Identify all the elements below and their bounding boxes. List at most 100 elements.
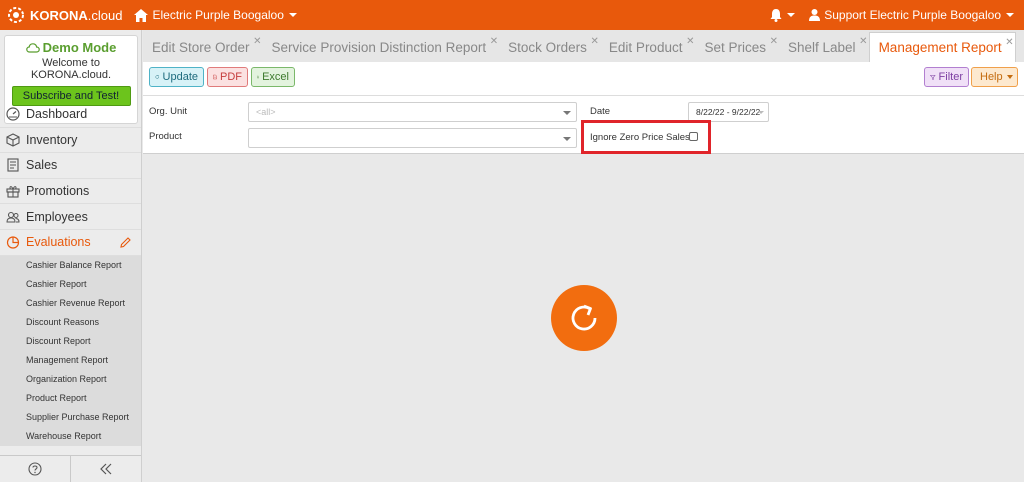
sidebar-footer: [0, 455, 141, 482]
sidebar-item-sales[interactable]: Sales: [0, 153, 141, 179]
tab-label: Service Provision Distinction Report: [271, 39, 487, 55]
sidebar-subitem[interactable]: Cashier Revenue Report: [0, 294, 141, 313]
excel-label: Excel: [262, 71, 289, 83]
filter-button[interactable]: Filter: [924, 67, 969, 87]
sidebar-item-evaluations[interactable]: Evaluations: [0, 230, 141, 256]
store-selector[interactable]: Electric Purple Boogaloo: [134, 8, 297, 22]
tab-stock-orders[interactable]: Stock Orders ✕: [499, 32, 600, 62]
close-icon[interactable]: ✕: [686, 36, 694, 47]
excel-button[interactable]: Excel: [251, 67, 295, 87]
double-chevron-left-icon: [100, 463, 112, 475]
home-icon: [134, 8, 149, 22]
chevron-down-icon: [787, 13, 796, 17]
inventory-icon: [6, 133, 20, 147]
tab-bar: Edit Store Order ✕ Service Provision Dist…: [143, 30, 1024, 62]
product-select[interactable]: [248, 128, 577, 148]
sidebar-item-label: Evaluations: [26, 235, 91, 250]
demo-subtitle: Welcome to KORONA.cloud.: [30, 57, 112, 81]
demo-title-text: Demo Mode: [42, 40, 117, 55]
close-icon[interactable]: ✕: [253, 36, 261, 47]
collapse-sidebar-button[interactable]: [71, 456, 141, 482]
reload-icon: [571, 304, 597, 331]
user-icon: [809, 9, 821, 21]
close-icon[interactable]: ✕: [1005, 37, 1013, 48]
sidebar-nav: Dashboard Inventory Sales Promotions Emp…: [0, 102, 141, 446]
org-unit-value: <all>: [256, 107, 276, 117]
sidebar-item-inventory[interactable]: Inventory: [0, 128, 141, 154]
org-unit-select[interactable]: <all>: [248, 102, 577, 122]
sidebar-item-label: Inventory: [26, 132, 78, 147]
sidebar-subitem[interactable]: Supplier Purchase Report: [0, 408, 141, 427]
tab-label: Stock Orders: [508, 39, 587, 55]
sidebar-subitem[interactable]: Management Report: [0, 351, 141, 370]
user-menu[interactable]: Support Electric Purple Boogaloo: [809, 8, 1014, 22]
close-icon[interactable]: ✕: [490, 36, 498, 47]
sidebar-subitem[interactable]: Warehouse Report: [0, 427, 141, 446]
filter-label: Filter: [938, 71, 963, 83]
help-dropdown-button[interactable]: Help: [971, 67, 1018, 87]
report-toolbar: Update PDF Excel Filter Help: [143, 62, 1024, 96]
sidebar-item-dashboard[interactable]: Dashboard: [0, 102, 141, 128]
tab-edit-store-order[interactable]: Edit Store Order ✕: [143, 32, 263, 62]
date-value: 8/22/22 - 9/22/22: [696, 107, 761, 117]
chevron-down-icon: [1006, 75, 1013, 79]
bell-icon: [770, 8, 782, 22]
help-label: Help: [980, 71, 1003, 83]
notifications-button[interactable]: [770, 8, 796, 22]
tab-management-report[interactable]: Management Report ✕: [868, 32, 1016, 62]
sidebar-subitem[interactable]: Discount Reasons: [0, 313, 141, 332]
sales-icon: [7, 158, 19, 173]
tab-set-prices[interactable]: Set Prices ✕: [695, 32, 779, 62]
cloud-icon: [25, 42, 40, 53]
highlight-box: [581, 120, 711, 154]
user-name: Support Electric Purple Boogaloo: [824, 8, 1001, 22]
demo-title: Demo Mode: [5, 40, 137, 55]
sidebar-subitem[interactable]: Cashier Report: [0, 275, 141, 294]
question-circle-icon: [28, 462, 42, 476]
brand-suffix: .cloud: [87, 7, 123, 23]
pencil-icon[interactable]: [120, 236, 131, 248]
top-bar: KORONA .cloud Electric Purple Boogaloo Su…: [0, 0, 1024, 30]
close-icon[interactable]: ✕: [770, 36, 778, 47]
sidebar-subitem[interactable]: Cashier Balance Report: [0, 256, 141, 275]
sidebar-subitem[interactable]: Organization Report: [0, 370, 141, 389]
tab-edit-product[interactable]: Edit Product ✕: [600, 32, 696, 62]
sidebar-item-label: Employees: [26, 209, 88, 224]
tab-label: Shelf Label: [788, 39, 856, 55]
tab-label: Edit Store Order: [152, 39, 250, 55]
tab-label: Edit Product: [608, 39, 683, 55]
logo-icon: [8, 7, 24, 23]
brand-name: KORONA: [30, 7, 88, 23]
korona-logo[interactable]: KORONA .cloud: [6, 5, 122, 25]
pdf-file-icon: [213, 74, 217, 80]
update-label: Update: [162, 71, 198, 83]
pie-chart-icon: [6, 236, 20, 249]
sidebar-subitem[interactable]: Discount Report: [0, 332, 141, 351]
close-icon[interactable]: ✕: [859, 36, 867, 47]
chevron-down-icon: [288, 13, 297, 17]
pdf-label: PDF: [220, 71, 242, 83]
tab-label: Set Prices: [704, 39, 766, 55]
reload-button[interactable]: [551, 285, 617, 351]
product-label: Product: [149, 131, 182, 142]
org-unit-label: Org. Unit: [149, 106, 188, 117]
tab-label: Management Report: [878, 40, 1002, 55]
update-button[interactable]: Update: [149, 67, 204, 87]
chevron-down-icon: [1006, 13, 1014, 17]
pdf-button[interactable]: PDF: [207, 67, 248, 87]
filter-icon: [930, 74, 936, 80]
tab-service-provision-distinction-report[interactable]: Service Provision Distinction Report ✕: [263, 32, 500, 62]
sidebar-item-label: Dashboard: [26, 107, 88, 122]
tab-shelf-label[interactable]: Shelf Label ✕: [779, 32, 869, 62]
refresh-icon: [155, 75, 159, 79]
sidebar-subitem[interactable]: Product Report: [0, 389, 141, 408]
sidebar-item-promotions[interactable]: Promotions: [0, 179, 141, 205]
report-content-area: [143, 154, 1024, 482]
close-icon[interactable]: ✕: [591, 36, 599, 47]
chevron-down-icon: [563, 137, 571, 141]
date-range-picker[interactable]: 8/22/22 - 9/22/22: [688, 102, 769, 122]
help-button[interactable]: [0, 456, 71, 482]
evaluations-submenu: Cashier Balance Report Cashier Report Ca…: [0, 255, 141, 446]
sidebar-item-employees[interactable]: Employees: [0, 204, 141, 230]
sidebar: Demo Mode Welcome to KORONA.cloud. Subsc…: [0, 30, 142, 482]
